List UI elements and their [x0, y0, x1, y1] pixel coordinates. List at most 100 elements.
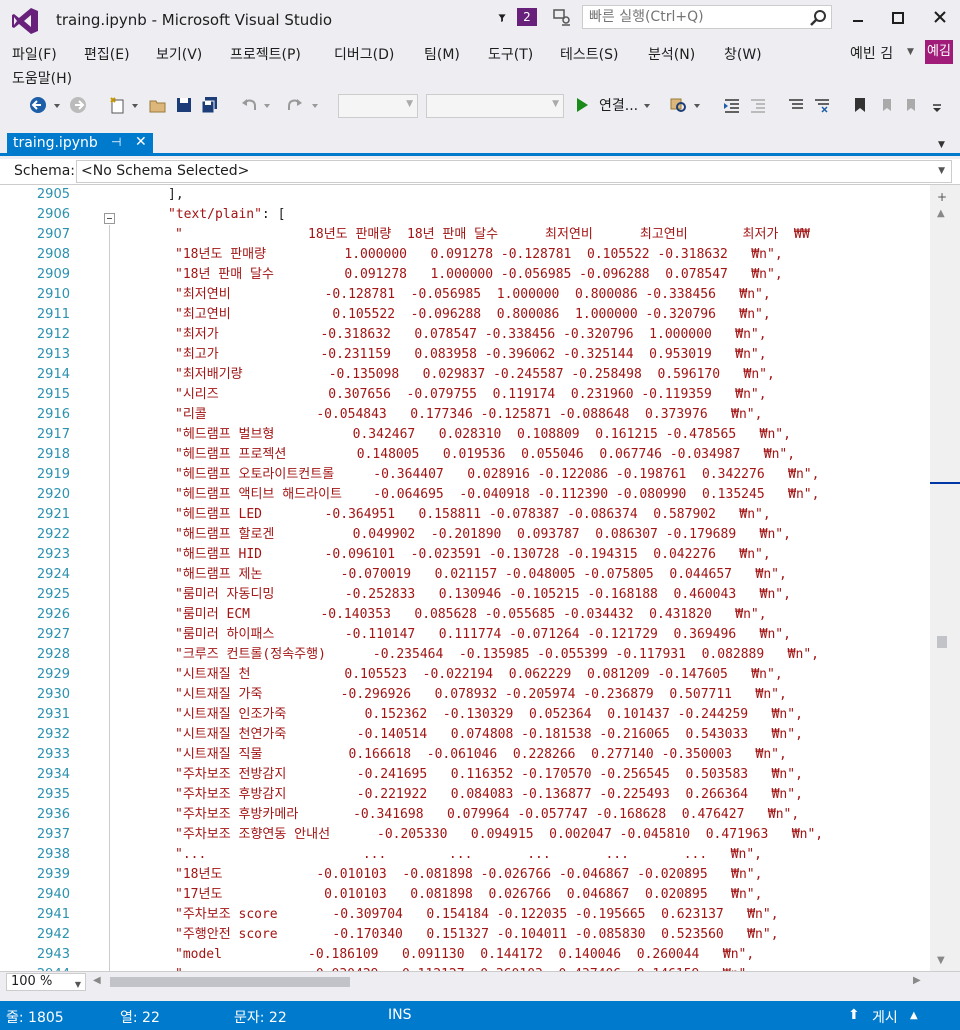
- find-in-files-icon[interactable]: [668, 95, 688, 115]
- run-button[interactable]: 연결...: [599, 95, 638, 115]
- run-dropdown-icon[interactable]: [642, 95, 652, 115]
- menu-window[interactable]: 창(W): [720, 42, 766, 66]
- code-line[interactable]: 2917 "헤드램프 벌브형 0.342467 0.028310 0.108809…: [0, 425, 930, 445]
- redo-icon[interactable]: [284, 95, 304, 115]
- code-line[interactable]: 2909 "18년 판매 달수 0.091278 1.000000 -0.0569…: [0, 265, 930, 285]
- menu-test[interactable]: 테스트(S): [556, 42, 622, 66]
- menu-project[interactable]: 프로젝트(P): [226, 42, 305, 66]
- filter-icon[interactable]: [498, 7, 516, 29]
- scroll-up-icon[interactable]: ▲: [937, 208, 945, 219]
- code-line[interactable]: 2916 "리콜 -0.054843 0.177346 -0.125871 -0.…: [0, 405, 930, 425]
- notification-badge[interactable]: 2: [517, 8, 537, 26]
- forward-icon[interactable]: [68, 95, 88, 115]
- code-line[interactable]: 2923 "해드램프 HID -0.096101 -0.023591 -0.130…: [0, 545, 930, 565]
- code-line[interactable]: 2942 "주행안전 score -0.170340 0.151327 -0.10…: [0, 925, 930, 945]
- redo-dropdown-icon[interactable]: [310, 95, 320, 115]
- save-all-icon[interactable]: [200, 95, 220, 115]
- code-line[interactable]: 2937 "주차보조 조향연동 안내선 -0.205330 0.094915 0.…: [0, 825, 930, 845]
- chevron-down-icon[interactable]: ▼: [907, 47, 914, 57]
- publish-button[interactable]: 게시: [872, 1007, 898, 1027]
- maximize-icon[interactable]: [884, 6, 912, 30]
- code-editor[interactable]: 2905], 2906 "text/plain": [2907 " 18년도 판매량 …: [0, 185, 930, 971]
- code-line[interactable]: 2938 "... ... ... ... ... ... ₩n",: [0, 845, 930, 865]
- scroll-down-icon[interactable]: ▼: [937, 955, 945, 966]
- play-icon[interactable]: [577, 98, 588, 112]
- chevron-up-icon[interactable]: ▲: [910, 1010, 918, 1021]
- code-line[interactable]: 2927 "룸미러 하이패스 -0.110147 0.111774 -0.0712…: [0, 625, 930, 645]
- code-line[interactable]: 2914 "최저배기량 -0.135098 0.029837 -0.245587 …: [0, 365, 930, 385]
- close-icon[interactable]: ✕: [135, 134, 147, 150]
- solution-platform-select[interactable]: ▼: [426, 94, 564, 118]
- menu-analyze[interactable]: 분석(N): [644, 42, 699, 66]
- undo-dropdown-icon[interactable]: [262, 95, 272, 115]
- menu-debug[interactable]: 디버그(D): [330, 42, 398, 66]
- code-line[interactable]: 2941 "주차보조 score -0.309704 0.154184 -0.12…: [0, 905, 930, 925]
- menu-view[interactable]: 보기(V): [152, 42, 206, 66]
- close-icon[interactable]: [926, 6, 954, 30]
- code-line[interactable]: 2940 "17년도 0.010103 0.081898 0.026766 0.0…: [0, 885, 930, 905]
- code-line[interactable]: 2915 "시리즈 0.307656 -0.079755 0.119174 0.2…: [0, 385, 930, 405]
- bookmark-icon[interactable]: [850, 95, 870, 115]
- menu-tools[interactable]: 도구(T): [484, 42, 537, 66]
- code-line[interactable]: 2921 "헤드램프 LED -0.364951 0.158811 -0.0783…: [0, 505, 930, 525]
- code-line[interactable]: 2931 "시트재질 인조가죽 0.152362 -0.130329 0.0523…: [0, 705, 930, 725]
- code-line[interactable]: 2932 "시트재질 천연가죽 -0.140514 0.074808 -0.181…: [0, 725, 930, 745]
- vertical-scrollbar[interactable]: [930, 185, 960, 971]
- comment-icon[interactable]: [786, 95, 806, 115]
- next-bookmark-icon[interactable]: [902, 95, 922, 115]
- search-icon[interactable]: [810, 9, 828, 27]
- outdent-icon[interactable]: [748, 95, 768, 115]
- code-line[interactable]: 2922 "해드램프 할로겐 0.049902 -0.201890 0.09378…: [0, 525, 930, 545]
- code-line[interactable]: 2929 "시트재질 천 0.105523 -0.022194 0.062229 …: [0, 665, 930, 685]
- tab-overflow-chevron-icon[interactable]: ▼: [938, 140, 945, 150]
- schema-select[interactable]: <No Schema Selected> ▼: [76, 160, 952, 183]
- publish-arrow-icon[interactable]: ⬆: [848, 1007, 860, 1023]
- minimize-icon[interactable]: [844, 6, 872, 30]
- feedback-icon[interactable]: [552, 8, 572, 26]
- solution-config-select[interactable]: ▼: [338, 94, 418, 118]
- code-line[interactable]: 2905],: [0, 185, 930, 205]
- scroll-left-icon[interactable]: ◀: [93, 975, 101, 986]
- open-folder-icon[interactable]: [148, 95, 168, 115]
- user-name[interactable]: 예빈 김: [850, 43, 893, 63]
- code-line[interactable]: 2928 "크루즈 컨트롤(정속주행) -0.235464 -0.135985 -…: [0, 645, 930, 665]
- avatar[interactable]: 예김: [925, 40, 953, 64]
- code-line[interactable]: 2913 "최고가 -0.231159 0.083958 -0.396062 -0…: [0, 345, 930, 365]
- code-line[interactable]: 2926 "룸미러 ECM -0.140353 0.085628 -0.05568…: [0, 605, 930, 625]
- code-line[interactable]: 2912 "최저가 -0.318632 0.078547 -0.338456 -0…: [0, 325, 930, 345]
- find-dropdown-icon[interactable]: [692, 95, 702, 115]
- toolbar-options-icon[interactable]: [930, 95, 944, 115]
- previous-bookmark-icon[interactable]: [876, 95, 896, 115]
- undo-icon[interactable]: [240, 95, 260, 115]
- code-line[interactable]: 2924 "해드램프 제논 -0.070019 0.021157 -0.04800…: [0, 565, 930, 585]
- code-line[interactable]: 2933 "시트재질 직물 0.166618 -0.061046 0.228266…: [0, 745, 930, 765]
- tab-traing-ipynb[interactable]: traing.ipynb ⊣ ✕: [7, 133, 153, 155]
- code-line[interactable]: 2920 "헤드램프 액티브 해드라이트 -0.064695 -0.040918 …: [0, 485, 930, 505]
- code-line[interactable]: 2907 " 18년도 판매량 18년 판매 달수 최저연비 최고연비 최저가 ₩…: [0, 225, 930, 245]
- code-line[interactable]: 2919 "헤드램프 오토라이트컨트롤 -0.364407 0.028916 -0…: [0, 465, 930, 485]
- code-line[interactable]: 2935 "주차보조 후방감지 -0.221922 0.084083 -0.136…: [0, 785, 930, 805]
- code-line[interactable]: 2910 "최저연비 -0.128781 -0.056985 1.000000 0…: [0, 285, 930, 305]
- horizontal-scroll-thumb[interactable]: [110, 977, 350, 987]
- code-line[interactable]: 2934 "주차보조 전방감지 -0.241695 0.116352 -0.170…: [0, 765, 930, 785]
- quick-launch-input[interactable]: [583, 6, 798, 28]
- collapse-icon[interactable]: [104, 213, 115, 224]
- code-line[interactable]: 2939 "18년도 -0.010103 -0.081898 -0.026766 …: [0, 865, 930, 885]
- pin-icon[interactable]: ⊣: [111, 135, 121, 149]
- quick-launch[interactable]: [582, 5, 832, 29]
- menu-file[interactable]: 파일(F): [8, 42, 61, 66]
- scroll-thumb[interactable]: [937, 636, 947, 648]
- menu-edit[interactable]: 편집(E): [80, 42, 134, 66]
- code-line[interactable]: 2930 "시트재질 가죽 -0.296926 0.078932 -0.20597…: [0, 685, 930, 705]
- save-icon[interactable]: [174, 95, 194, 115]
- code-line[interactable]: 2906 "text/plain": [: [0, 205, 930, 225]
- menu-help[interactable]: 도움말(H): [8, 66, 76, 90]
- code-line[interactable]: 2911 "최고연비 0.105522 -0.096288 0.800086 1.…: [0, 305, 930, 325]
- back-icon[interactable]: [28, 95, 48, 115]
- split-icon[interactable]: +: [937, 190, 947, 204]
- scroll-right-icon[interactable]: ▶: [913, 975, 921, 986]
- uncomment-icon[interactable]: [812, 95, 832, 115]
- code-line[interactable]: 2943 "model -0.186109 0.091130 0.144172 0…: [0, 945, 930, 965]
- code-line[interactable]: 2936 "주차보조 후방카메라 -0.341698 0.079964 -0.05…: [0, 805, 930, 825]
- code-line[interactable]: 2918 "헤드램프 프로젝션 0.148005 0.019536 0.05504…: [0, 445, 930, 465]
